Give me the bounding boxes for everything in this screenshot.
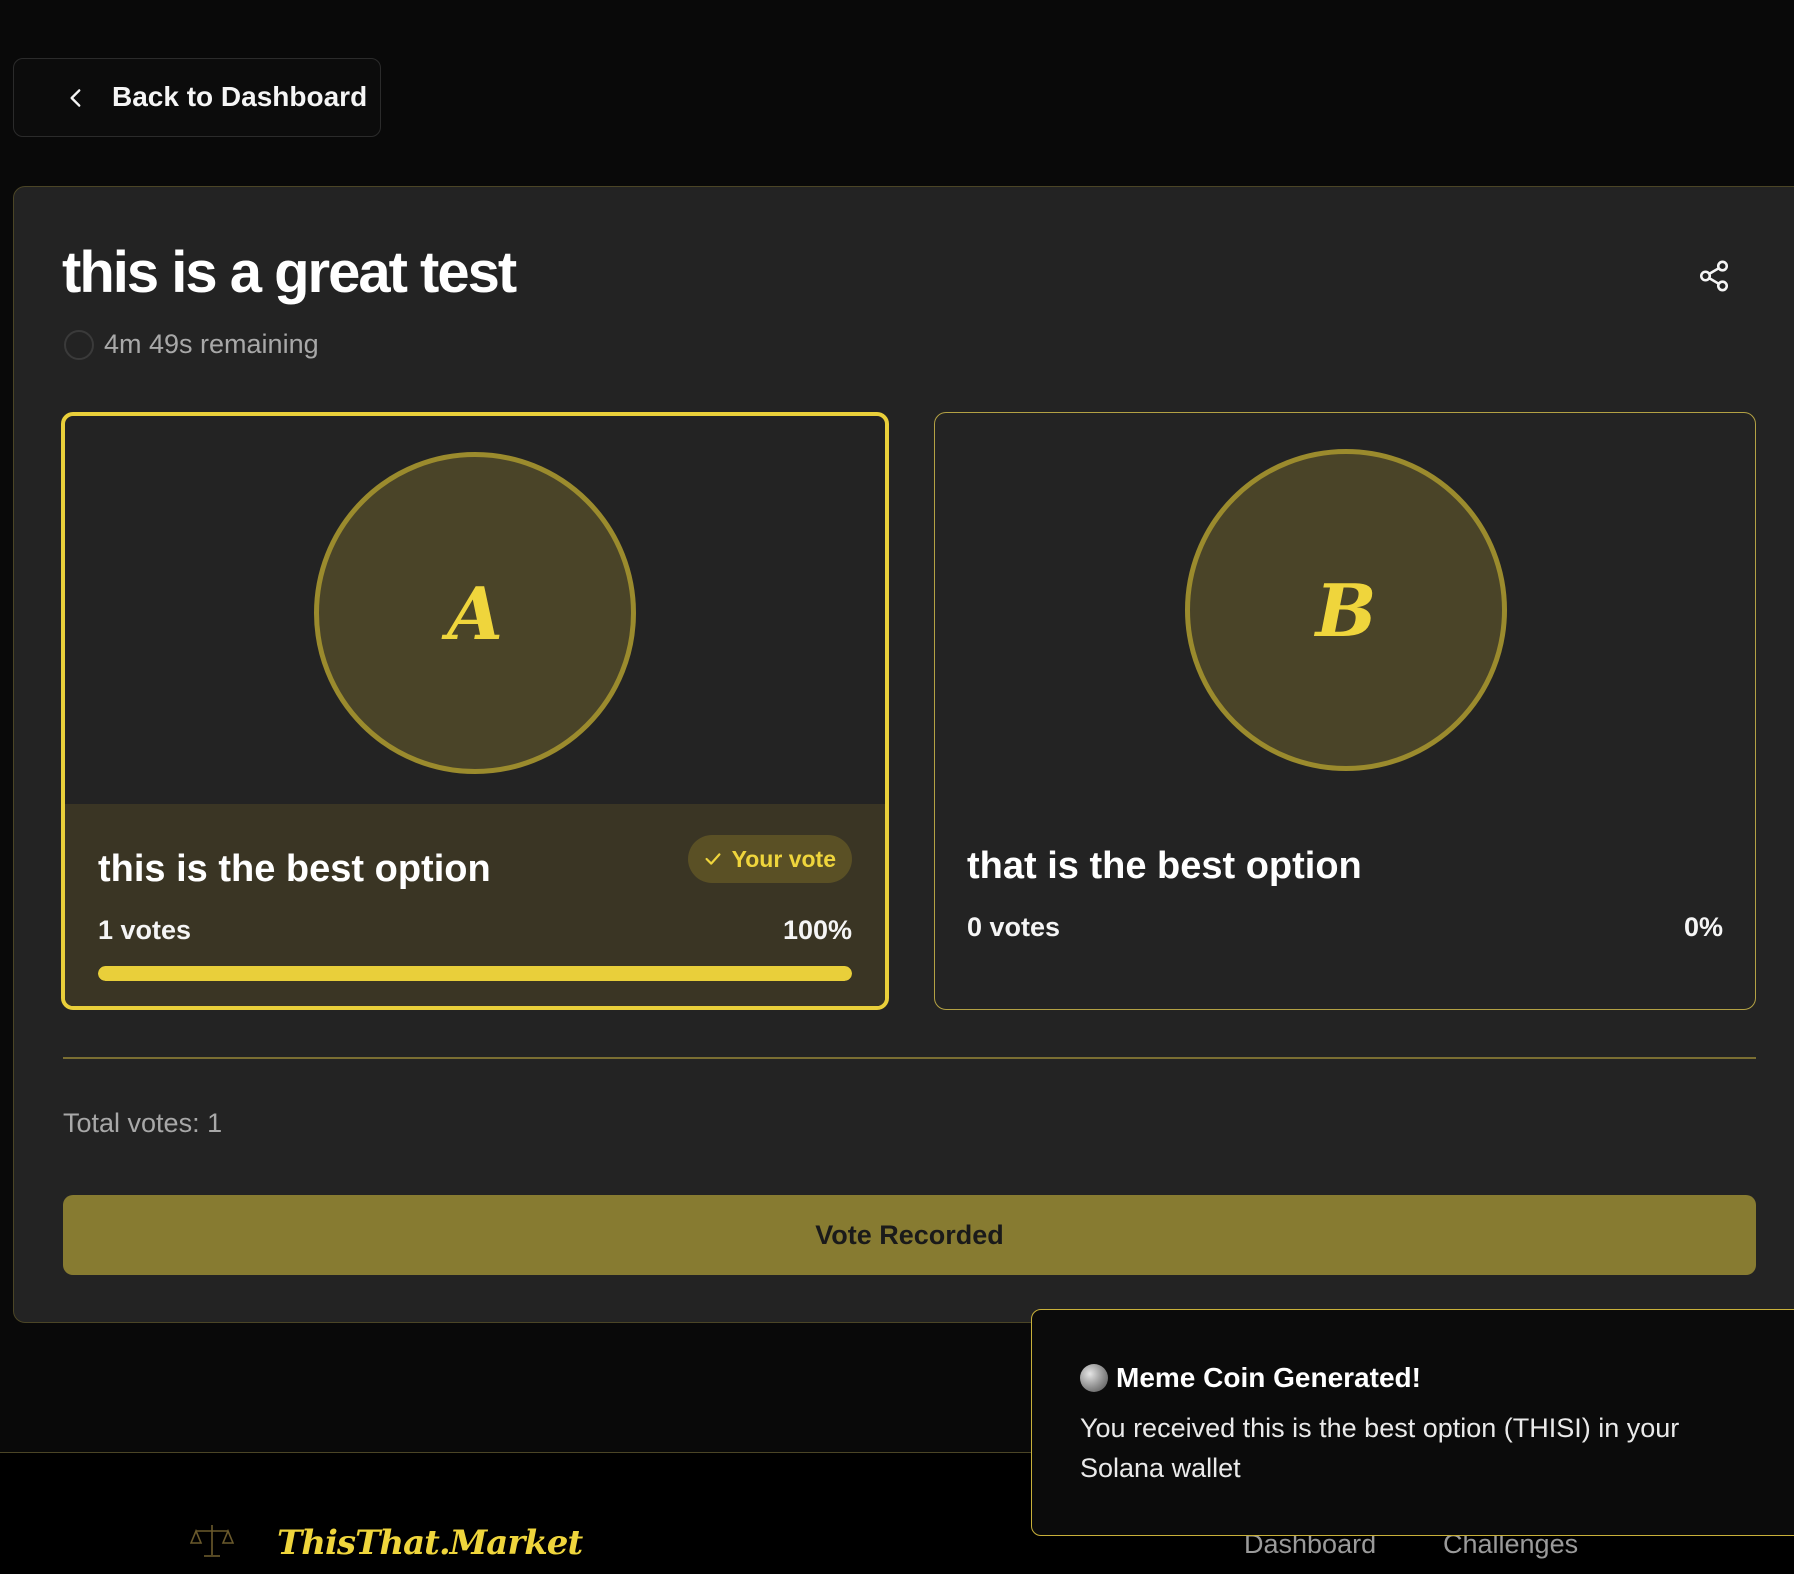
- option-a-circle: A: [314, 452, 636, 774]
- check-icon: [705, 853, 721, 865]
- divider: [63, 1057, 1756, 1059]
- option-b-letter: B: [1315, 567, 1377, 653]
- your-vote-badge-label: Your vote: [731, 845, 836, 872]
- option-a-card[interactable]: A this is the best option Your vote 1 vo…: [61, 412, 889, 1010]
- option-b-label: that is the best option: [967, 845, 1362, 887]
- time-remaining-text: 4m 49s remaining: [104, 329, 319, 359]
- poll-title: this is a great test: [62, 240, 517, 305]
- option-b-votes: 0 votes: [967, 912, 1061, 942]
- share-icon[interactable]: [1697, 259, 1731, 293]
- scales-icon: [190, 1525, 234, 1557]
- option-b-card[interactable]: B that is the best option 0 votes 0%: [934, 412, 1756, 1010]
- option-b-percent: 0%: [1683, 912, 1723, 942]
- option-a-letter: A: [447, 570, 503, 656]
- option-b-image-area: B: [935, 413, 1755, 801]
- your-vote-badge: Your vote: [687, 835, 852, 883]
- toast-message: You received this is the best option (TH…: [1080, 1413, 1680, 1483]
- timer-ring-icon: [64, 329, 94, 360]
- toast-title: Meme Coin Generated!: [1116, 1362, 1421, 1393]
- poll-card: this is a great test 4m 49s remaining A …: [13, 186, 1794, 1323]
- time-remaining: 4m 49s remaining: [64, 329, 319, 360]
- option-a-progress-fill: [98, 966, 852, 981]
- option-a-label: this is the best option: [98, 848, 491, 890]
- option-a-image-area: A: [65, 416, 885, 804]
- globe-icon: [1080, 1364, 1108, 1392]
- chevron-left-icon: [70, 89, 81, 107]
- back-to-dashboard-button[interactable]: Back to Dashboard: [13, 58, 381, 137]
- option-a-votes: 1 votes: [98, 915, 192, 945]
- toast-notification[interactable]: Meme Coin Generated! You received this i…: [1031, 1309, 1794, 1536]
- back-button-label: Back to Dashboard: [112, 81, 368, 112]
- vote-recorded-button[interactable]: Vote Recorded: [63, 1195, 1756, 1275]
- option-a-progress-bar: [98, 966, 852, 981]
- total-votes: Total votes: 1: [63, 1108, 223, 1138]
- brand-logo[interactable]: ThisThat.Market: [277, 1523, 583, 1563]
- toast-header: Meme Coin Generated!: [1080, 1362, 1421, 1394]
- option-a-percent: 100%: [782, 915, 852, 945]
- option-b-circle: B: [1185, 449, 1507, 771]
